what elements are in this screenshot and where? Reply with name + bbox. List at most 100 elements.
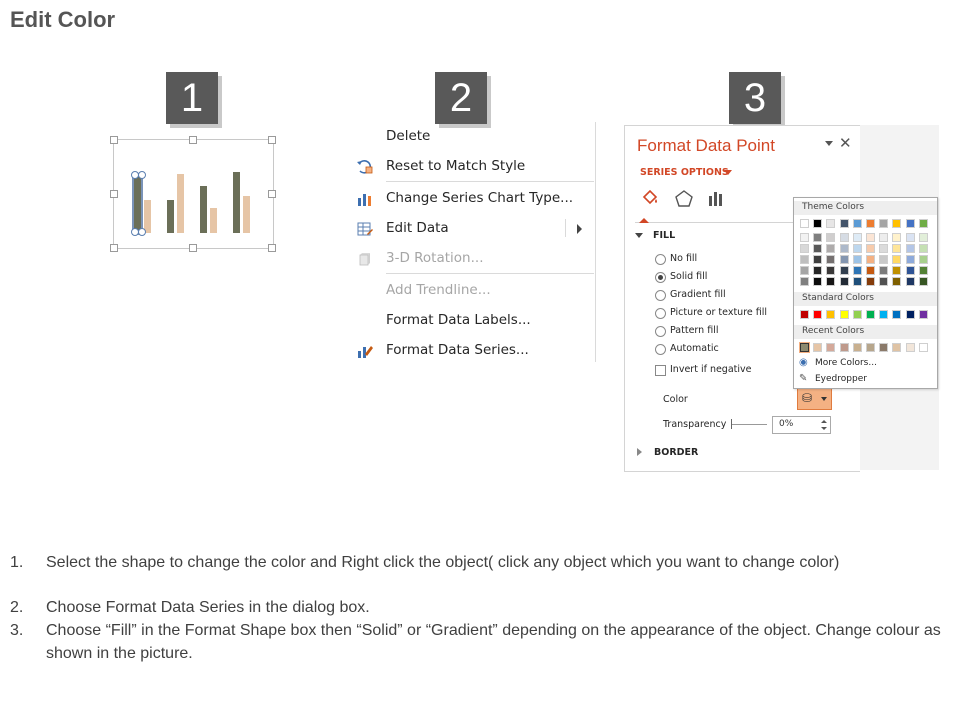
transparency-slider[interactable] xyxy=(731,424,767,425)
theme-shade-swatch[interactable] xyxy=(918,244,928,253)
resize-handle[interactable] xyxy=(189,244,197,252)
spin-down-icon[interactable] xyxy=(821,427,827,430)
theme-shade-swatch[interactable] xyxy=(892,244,902,253)
effects-icon[interactable] xyxy=(673,188,695,210)
theme-shade-swatch[interactable] xyxy=(905,255,915,264)
radio-button[interactable] xyxy=(655,308,666,319)
recent-color-swatch[interactable] xyxy=(839,343,849,352)
theme-shade-swatch[interactable] xyxy=(866,233,875,242)
theme-shade-swatch[interactable] xyxy=(826,244,836,253)
recent-color-swatch[interactable] xyxy=(826,343,836,352)
resize-handle[interactable] xyxy=(110,136,118,144)
standard-color-swatch[interactable] xyxy=(879,310,889,319)
resize-handle[interactable] xyxy=(110,190,118,198)
theme-shade-swatch[interactable] xyxy=(800,255,809,264)
menu-item-3d-rotation[interactable]: 3-D Rotation... xyxy=(350,245,596,273)
more-colors-item[interactable]: ◉ More Colors... xyxy=(799,357,929,371)
resize-handle[interactable] xyxy=(189,136,197,144)
theme-shade-swatch[interactable] xyxy=(852,233,862,242)
theme-shade-swatch[interactable] xyxy=(892,233,902,242)
resize-handle[interactable] xyxy=(268,136,276,144)
recent-color-swatch[interactable] xyxy=(813,343,823,352)
theme-shade-swatch[interactable] xyxy=(813,277,823,286)
chevron-down-icon[interactable] xyxy=(724,170,732,175)
selected-bar[interactable] xyxy=(132,173,143,235)
close-icon[interactable]: ✕ xyxy=(839,134,852,152)
standard-color-swatch[interactable] xyxy=(866,310,875,319)
theme-shade-swatch[interactable] xyxy=(800,266,809,275)
chart-bar[interactable] xyxy=(177,174,184,233)
theme-shade-swatch[interactable] xyxy=(826,277,836,286)
chart-bar[interactable] xyxy=(243,196,250,233)
menu-item-format-data-series[interactable]: Format Data Series... xyxy=(350,337,596,365)
spin-up-icon[interactable] xyxy=(821,420,827,423)
theme-shade-swatch[interactable] xyxy=(813,255,823,264)
theme-color-swatch[interactable] xyxy=(800,219,809,228)
standard-color-swatch[interactable] xyxy=(892,310,902,319)
standard-color-swatch[interactable] xyxy=(852,310,862,319)
radio-button[interactable] xyxy=(655,326,666,337)
pane-options-dropdown-icon[interactable] xyxy=(825,141,833,146)
theme-color-swatch[interactable] xyxy=(918,219,928,228)
theme-color-swatch[interactable] xyxy=(813,219,823,228)
theme-shade-swatch[interactable] xyxy=(892,255,902,264)
theme-shade-swatch[interactable] xyxy=(879,266,889,275)
radio-button[interactable] xyxy=(655,290,666,301)
checkbox[interactable] xyxy=(655,365,666,376)
theme-shade-swatch[interactable] xyxy=(866,277,875,286)
theme-shade-swatch[interactable] xyxy=(839,233,849,242)
theme-shade-swatch[interactable] xyxy=(852,255,862,264)
theme-color-swatch[interactable] xyxy=(852,219,862,228)
radio-button[interactable] xyxy=(655,254,666,265)
menu-item-change-chart-type[interactable]: Change Series Chart Type... xyxy=(350,185,596,213)
section-expanded-icon[interactable] xyxy=(635,233,643,238)
recent-color-swatch[interactable] xyxy=(905,343,915,352)
theme-shade-swatch[interactable] xyxy=(918,255,928,264)
theme-shade-swatch[interactable] xyxy=(839,244,849,253)
theme-shade-swatch[interactable] xyxy=(839,266,849,275)
theme-shade-swatch[interactable] xyxy=(892,277,902,286)
theme-shade-swatch[interactable] xyxy=(852,244,862,253)
menu-item-delete[interactable]: Delete xyxy=(350,123,596,151)
recent-color-swatch[interactable] xyxy=(799,342,810,353)
theme-shade-swatch[interactable] xyxy=(852,266,862,275)
theme-shade-swatch[interactable] xyxy=(839,277,849,286)
theme-shade-swatch[interactable] xyxy=(826,255,836,264)
resize-handle[interactable] xyxy=(110,244,118,252)
theme-shade-swatch[interactable] xyxy=(905,244,915,253)
chart-bar[interactable] xyxy=(233,172,240,233)
series-options-icon[interactable] xyxy=(705,188,727,210)
theme-shade-swatch[interactable] xyxy=(879,255,889,264)
menu-item-edit-data[interactable]: Edit Data xyxy=(350,215,596,243)
fill-color-button[interactable]: ⛁ xyxy=(797,388,832,410)
chart-bar[interactable] xyxy=(200,186,207,233)
eyedropper-item[interactable]: ✎ Eyedropper xyxy=(799,373,929,387)
standard-color-swatch[interactable] xyxy=(905,310,915,319)
theme-shade-swatch[interactable] xyxy=(813,244,823,253)
standard-color-swatch[interactable] xyxy=(813,310,823,319)
recent-color-swatch[interactable] xyxy=(852,343,862,352)
theme-shade-swatch[interactable] xyxy=(813,233,823,242)
theme-shade-swatch[interactable] xyxy=(866,255,875,264)
theme-color-swatch[interactable] xyxy=(826,219,836,228)
slider-handle[interactable] xyxy=(731,419,732,429)
theme-shade-swatch[interactable] xyxy=(852,277,862,286)
fill-section-header[interactable]: FILL xyxy=(653,230,675,241)
standard-color-swatch[interactable] xyxy=(918,310,928,319)
recent-color-swatch[interactable] xyxy=(879,343,889,352)
theme-color-swatch[interactable] xyxy=(905,219,915,228)
theme-shade-swatch[interactable] xyxy=(866,266,875,275)
resize-handle[interactable] xyxy=(268,244,276,252)
theme-shade-swatch[interactable] xyxy=(879,244,889,253)
fill-line-icon[interactable] xyxy=(639,188,661,210)
radio-button-selected[interactable] xyxy=(655,272,666,283)
chart-bar[interactable] xyxy=(167,200,174,233)
transparency-input[interactable]: 0% xyxy=(772,416,831,434)
standard-color-swatch[interactable] xyxy=(826,310,836,319)
theme-shade-swatch[interactable] xyxy=(800,233,809,242)
theme-shade-swatch[interactable] xyxy=(879,277,889,286)
standard-color-swatch[interactable] xyxy=(839,310,849,319)
theme-shade-swatch[interactable] xyxy=(918,233,928,242)
theme-color-swatch[interactable] xyxy=(866,219,875,228)
theme-shade-swatch[interactable] xyxy=(918,266,928,275)
